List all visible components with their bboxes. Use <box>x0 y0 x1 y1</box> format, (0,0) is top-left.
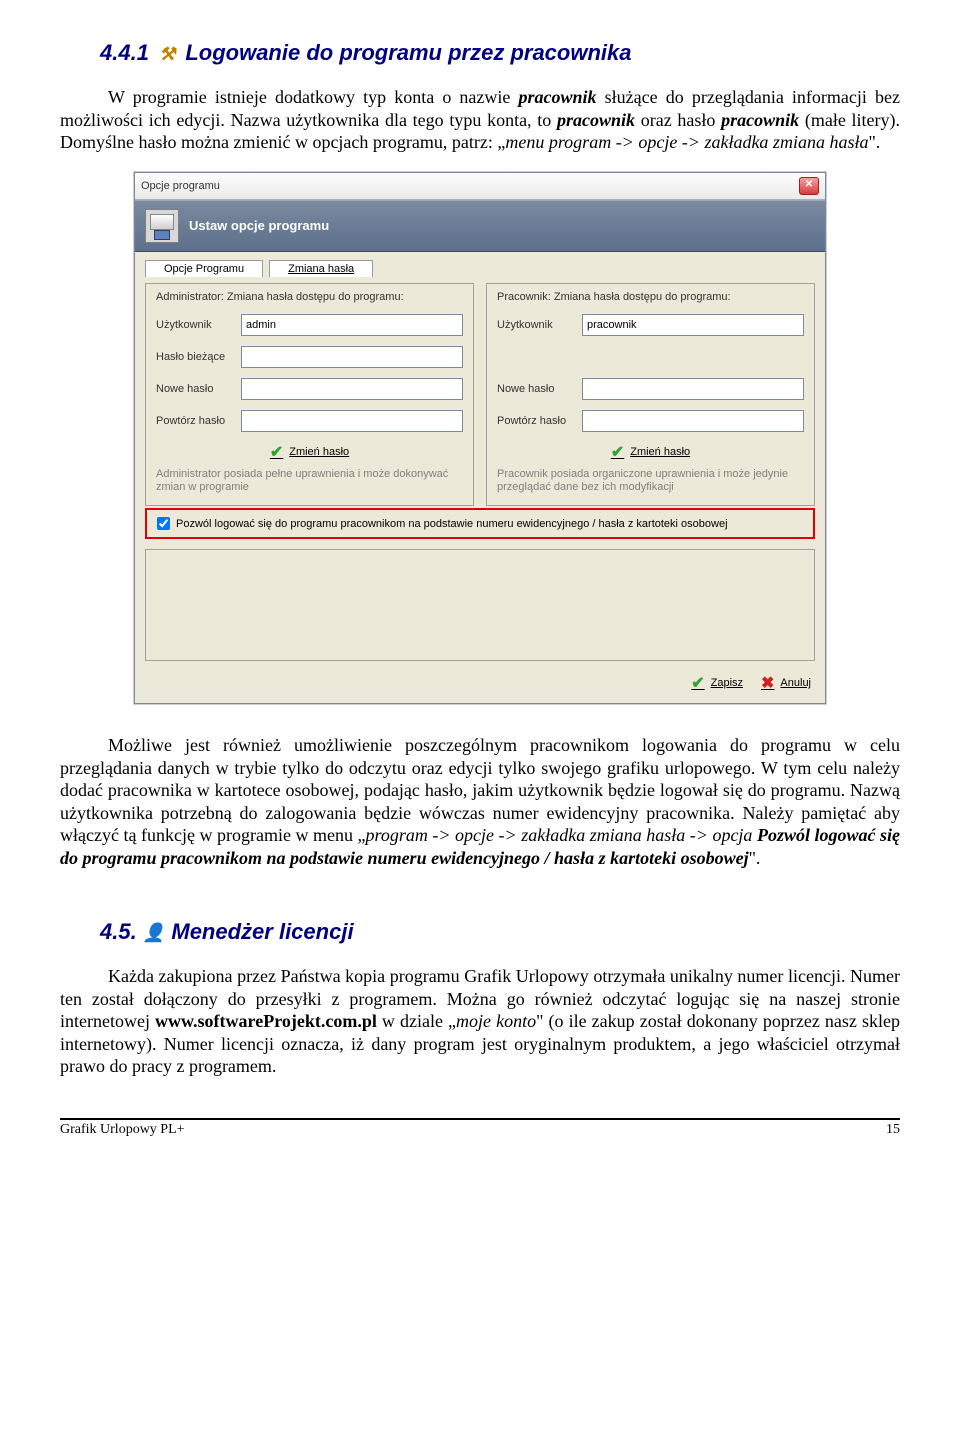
section-number: 4.4.1 <box>100 40 149 65</box>
label-current-password: Hasło bieżące <box>156 351 241 363</box>
check-icon: ✔ <box>691 673 704 693</box>
paragraph-3: Każda zakupiona przez Państwa kopia prog… <box>60 965 900 1078</box>
close-button[interactable]: ✕ <box>799 177 819 195</box>
window-title: Opcje programu <box>141 180 220 192</box>
admin-change-password-button[interactable]: ✔ Zmień hasło <box>156 442 463 462</box>
pane-admin: Administrator: Zmiana hasła dostępu do p… <box>145 283 474 507</box>
input-admin-new-password[interactable] <box>241 378 463 400</box>
pane-admin-title: Administrator: Zmiana hasła dostępu do p… <box>156 291 463 303</box>
tabs-row: Opcje Programu Zmiana hasła <box>135 252 825 277</box>
label-user: Użytkownik <box>156 319 241 331</box>
text: ". <box>868 132 880 152</box>
text: oraz hasło <box>635 110 721 130</box>
pane-worker: Pracownik: Zmiana hasła dostępu do progr… <box>486 283 815 507</box>
check-icon: ✔ <box>270 442 283 462</box>
input-worker-user[interactable] <box>582 314 804 336</box>
cancel-button[interactable]: ✖ Anuluj <box>761 673 811 693</box>
input-admin-user[interactable] <box>241 314 463 336</box>
admin-note: Administrator posiada pełne uprawnienia … <box>156 468 463 496</box>
paragraph-2: Możliwe jest również umożliwienie poszcz… <box>60 734 900 869</box>
text: ". <box>749 848 761 868</box>
empty-panel <box>145 549 815 661</box>
label-repeat-password: Powtórz hasło <box>156 415 241 427</box>
label-new-password: Nowe hasło <box>156 383 241 395</box>
worker-note: Pracownik posiada organiczone uprawnieni… <box>497 468 804 496</box>
section-heading-4-4-1: 4.4.1 ⚒ Logowanie do programu przez prac… <box>100 40 900 66</box>
input-worker-repeat-password[interactable] <box>582 410 804 432</box>
person-icon: 👤 <box>143 923 165 943</box>
label-new-password: Nowe hasło <box>497 383 582 395</box>
options-dialog: Opcje programu ✕ Ustaw opcje programu Op… <box>134 172 826 705</box>
options-icon <box>145 209 179 243</box>
input-worker-new-password[interactable] <box>582 378 804 400</box>
menu-path: program -> opcje -> zakładka zmiana hasł… <box>366 825 757 845</box>
section-heading-4-5: 4.5. 👤 Menedżer licencji <box>100 919 900 945</box>
input-admin-repeat-password[interactable] <box>241 410 463 432</box>
save-button[interactable]: ✔ Zapisz <box>691 673 743 693</box>
cancel-label: Anuluj <box>780 677 811 689</box>
text-bold: pracownik <box>721 110 799 130</box>
allow-worker-login-label: Pozwól logować się do programu pracownik… <box>176 518 728 530</box>
page-footer: Grafik Urlopowy PL+ 15 <box>60 1118 900 1138</box>
admin-change-label: Zmień hasło <box>289 446 349 458</box>
tab-zmiana-hasla[interactable]: Zmiana hasła <box>269 260 373 277</box>
allow-worker-login-option[interactable]: Pozwól logować się do programu pracownik… <box>145 508 815 539</box>
section-title: Menedżer licencji <box>171 919 353 944</box>
worker-change-password-button[interactable]: ✔ Zmień hasło <box>497 442 804 462</box>
x-icon: ✖ <box>761 673 774 693</box>
text-bold: pracownik <box>519 87 597 107</box>
text-bold: pracownik <box>557 110 635 130</box>
allow-worker-login-checkbox[interactable] <box>157 517 170 530</box>
worker-change-label: Zmień hasło <box>630 446 690 458</box>
pane-worker-title: Pracownik: Zmiana hasła dostępu do progr… <box>497 291 804 303</box>
tools-icon: ⚒ <box>159 44 175 65</box>
check-icon: ✔ <box>611 442 624 462</box>
menu-path: menu program -> opcje -> zakładka zmiana… <box>505 132 868 152</box>
footer-left: Grafik Urlopowy PL+ <box>60 1122 185 1138</box>
label-repeat-password: Powtórz hasło <box>497 415 582 427</box>
section-title: Logowanie do programu przez pracownika <box>185 40 631 65</box>
ribbon-title: Ustaw opcje programu <box>189 218 329 233</box>
titlebar: Opcje programu ✕ <box>135 173 825 200</box>
label-user: Użytkownik <box>497 319 582 331</box>
input-admin-current-password[interactable] <box>241 346 463 368</box>
url: www.softwareProjekt.com.pl <box>155 1011 377 1031</box>
ribbon: Ustaw opcje programu <box>135 200 825 252</box>
section-number: 4.5. <box>100 919 137 944</box>
save-label: Zapisz <box>711 677 743 689</box>
tab-opcje-programu[interactable]: Opcje Programu <box>145 260 263 277</box>
text: w dziale „ <box>377 1011 456 1031</box>
link-name: moje konto <box>456 1011 536 1031</box>
text: W programie istnieje dodatkowy typ konta… <box>108 87 519 107</box>
page-number: 15 <box>886 1122 900 1138</box>
paragraph-1: W programie istnieje dodatkowy typ konta… <box>60 86 900 154</box>
